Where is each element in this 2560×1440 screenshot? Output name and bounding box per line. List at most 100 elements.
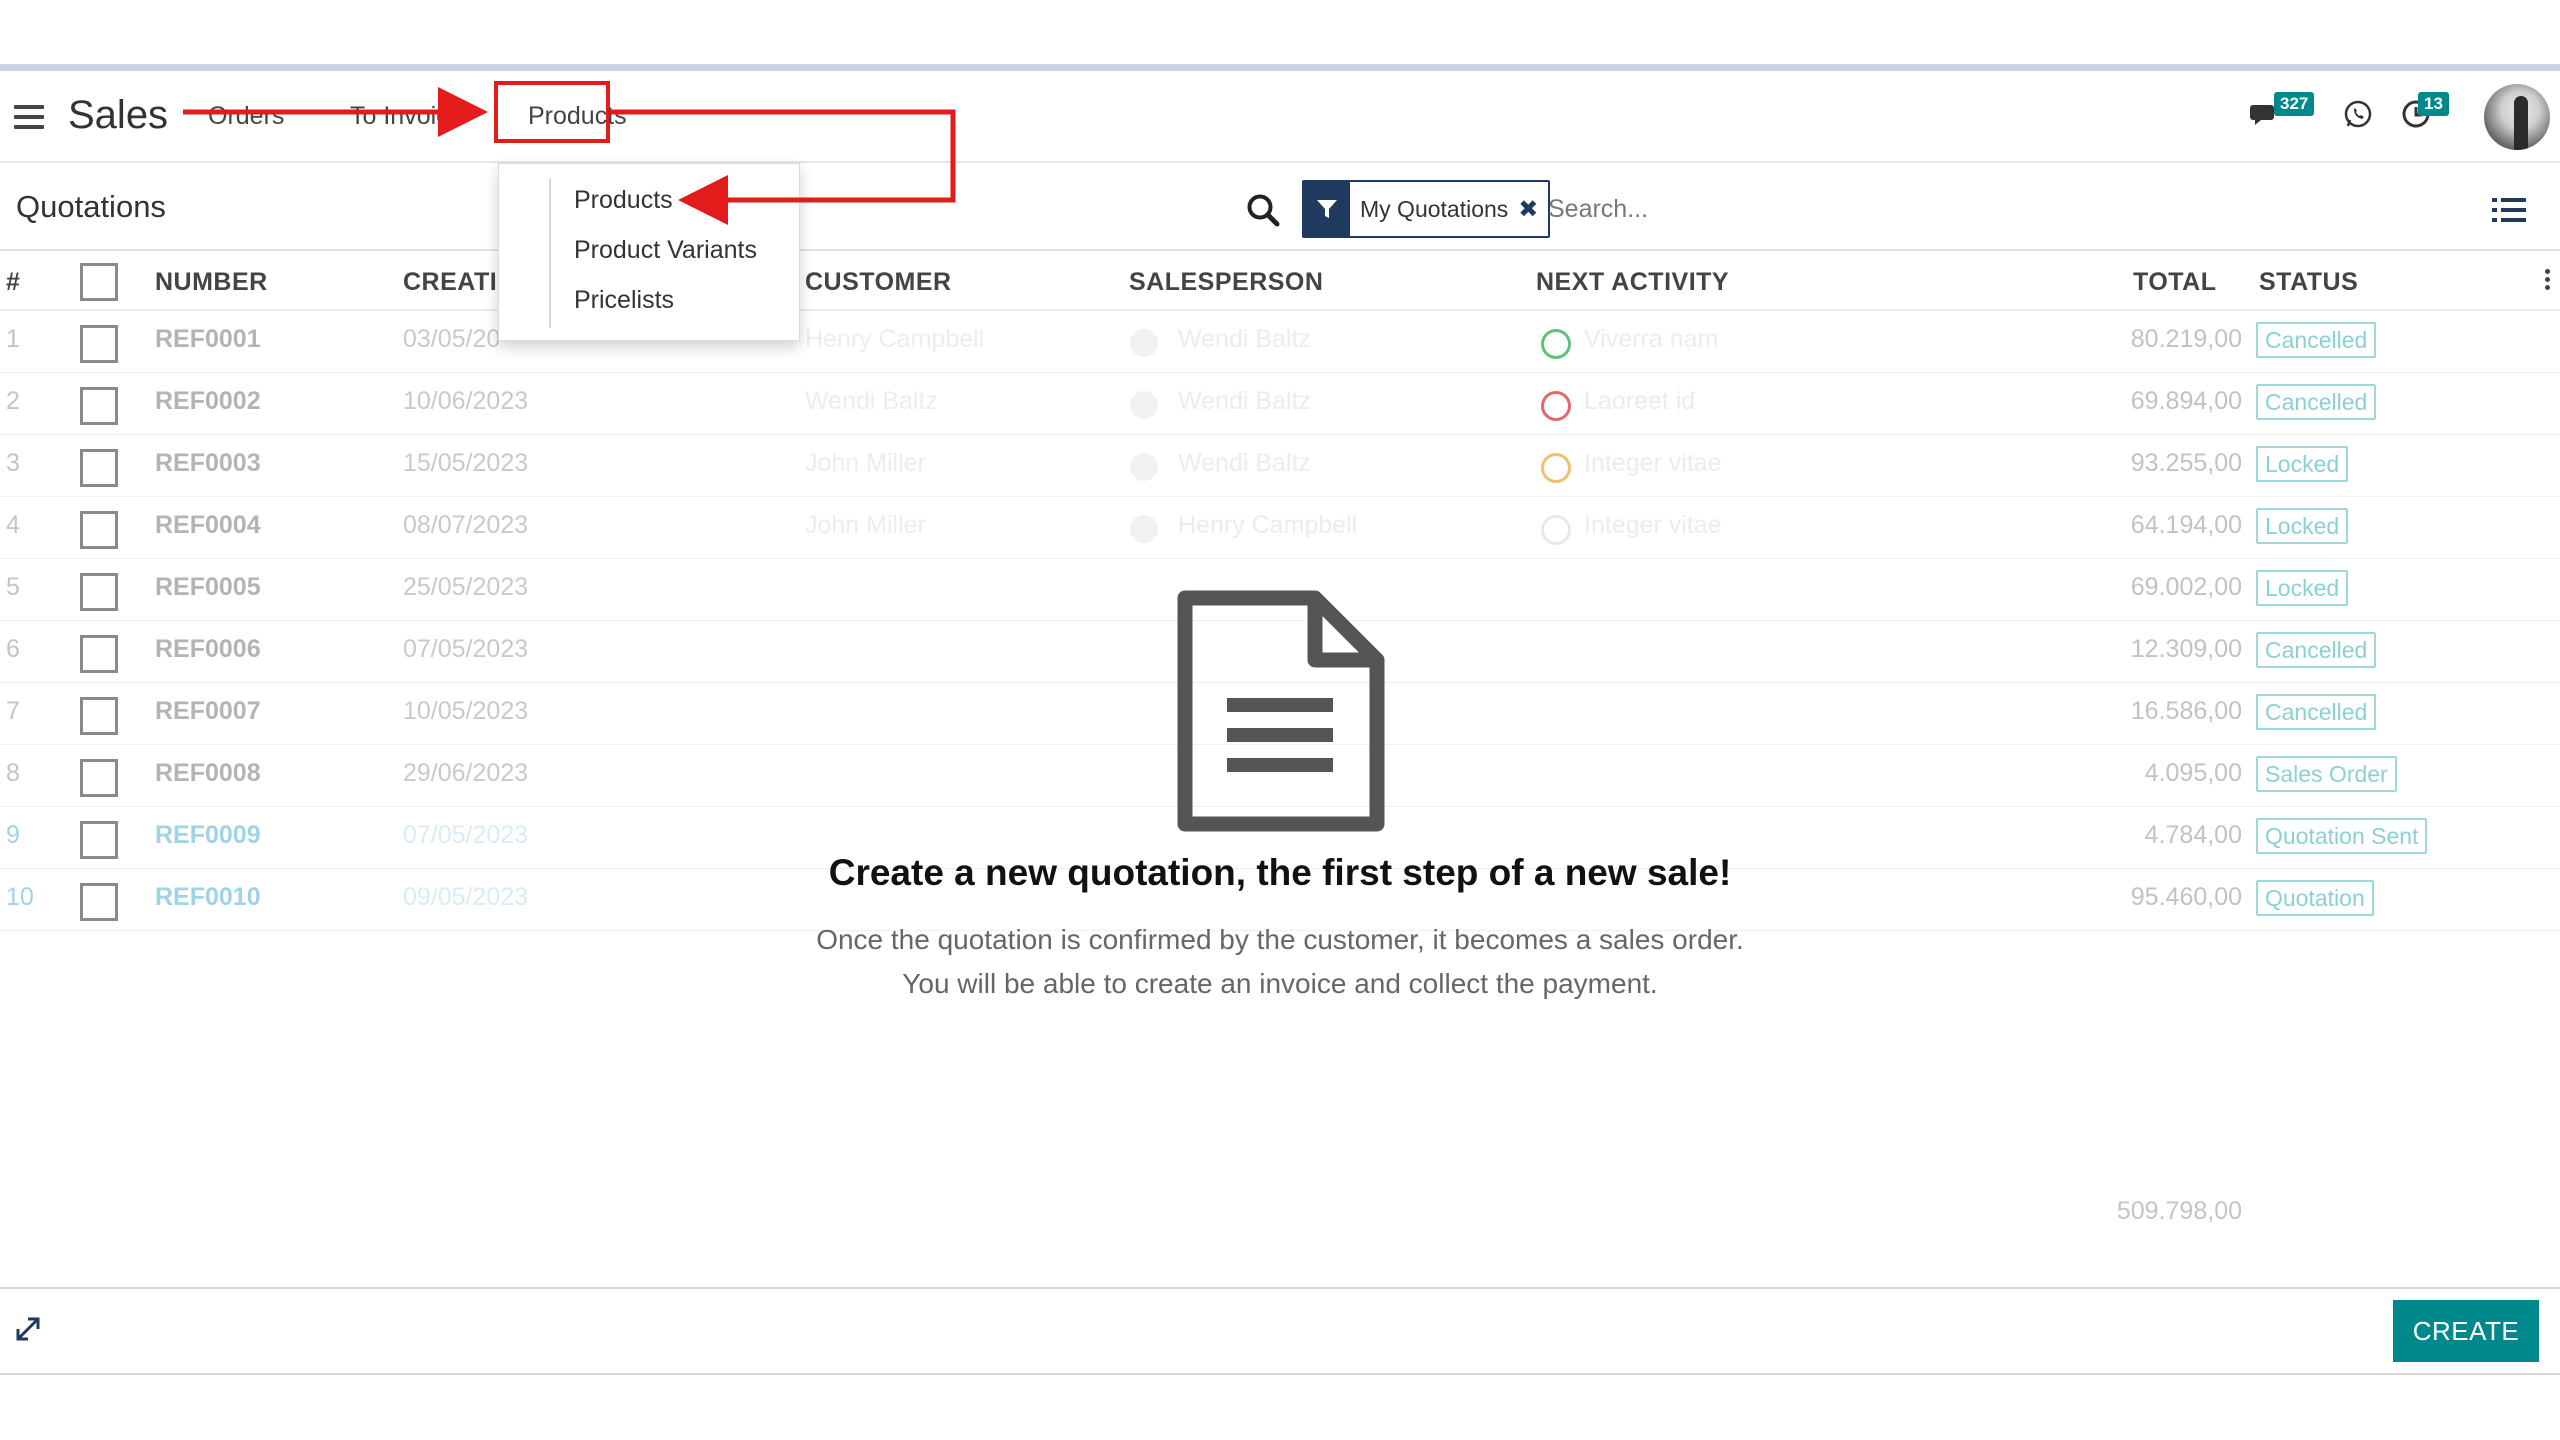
row-number: REF0006	[155, 635, 261, 663]
user-avatar[interactable]	[2484, 84, 2550, 150]
dropdown-item-product-variants[interactable]: Product Variants	[574, 236, 757, 265]
row-number: REF0008	[155, 759, 261, 787]
row-number: REF0005	[155, 573, 261, 601]
app-title: Sales	[68, 93, 169, 137]
dropdown-item-products[interactable]: Products	[574, 186, 673, 215]
row-checkbox[interactable]	[80, 883, 118, 921]
helper-title: Create a new quotation, the first step o…	[828, 852, 1732, 893]
row-total: 4.784,00	[2144, 821, 2242, 849]
row-index: 2	[6, 387, 20, 415]
search-input[interactable]	[1548, 180, 2448, 238]
document-icon	[1177, 590, 1385, 832]
row-index: 6	[6, 635, 20, 663]
no-content-helper: Create a new quotation, the first step o…	[680, 590, 1880, 1006]
row-date: 07/05/2023	[403, 635, 529, 663]
salesperson-avatar-icon	[1130, 391, 1158, 419]
row-index: 9	[6, 821, 20, 849]
dropdown-tree-line	[549, 178, 551, 328]
row-customer: John Miller	[805, 511, 926, 539]
whatsapp-icon[interactable]	[2343, 99, 2373, 129]
row-checkbox[interactable]	[80, 387, 118, 425]
nav-to-invoice[interactable]: To Invoice	[350, 102, 463, 131]
header-creation-date[interactable]: CREATI	[403, 268, 497, 297]
search-icon[interactable]	[1245, 192, 1281, 228]
row-status-badge: Cancelled	[2256, 694, 2377, 730]
nav-products[interactable]: Products	[528, 102, 627, 131]
header-salesperson[interactable]: SALESPERSON	[1129, 268, 1323, 297]
row-index: 5	[6, 573, 20, 601]
table-row[interactable]: 4 REF0004 08/07/2023 John Miller Henry Campb…	[0, 497, 2560, 559]
table-row[interactable]: 1 REF0001 03/05/20 Henry Campbell Wendi Balt…	[0, 311, 2560, 373]
activity-clock-icon[interactable]	[1541, 515, 1571, 545]
row-checkbox[interactable]	[80, 635, 118, 673]
activity-clock-icon[interactable]	[1541, 391, 1571, 421]
row-checkbox[interactable]	[80, 821, 118, 859]
salesperson-avatar-icon	[1130, 515, 1158, 543]
row-number: REF0003	[155, 449, 261, 477]
messages-badge: 327	[2274, 92, 2315, 116]
row-date: 07/05/2023	[403, 821, 529, 849]
activity-clock-icon[interactable]	[1541, 329, 1571, 359]
row-date: 10/06/2023	[403, 387, 529, 415]
row-status-badge: Cancelled	[2256, 384, 2377, 420]
row-date: 09/05/2023	[403, 883, 529, 911]
row-date: 10/05/2023	[403, 697, 529, 725]
row-status-badge: Locked	[2256, 446, 2349, 482]
row-total: 95.460,00	[2130, 883, 2242, 911]
control-panel: Quotations My Quotations ✖	[0, 163, 2560, 251]
row-status-badge: Quotation	[2256, 880, 2374, 916]
menu-icon[interactable]	[14, 105, 44, 129]
column-options-icon[interactable]	[2545, 269, 2551, 293]
search-facet: My Quotations ✖	[1302, 180, 1551, 238]
table-row[interactable]: 2 REF0002 10/06/2023 Wendi Baltz Wendi Baltz…	[0, 373, 2560, 435]
expand-icon[interactable]	[14, 1315, 42, 1343]
header-total[interactable]: TOTAL	[2133, 268, 2217, 297]
create-button[interactable]: CREATE	[2393, 1300, 2539, 1362]
row-salesperson: Wendi Baltz	[1178, 449, 1311, 477]
row-salesperson: Wendi Baltz	[1178, 325, 1311, 353]
row-checkbox[interactable]	[80, 573, 118, 611]
row-number: REF0001	[155, 325, 261, 353]
activities-badge: 13	[2418, 92, 2449, 116]
row-checkbox[interactable]	[80, 325, 118, 363]
top-accent-line	[0, 64, 2560, 71]
row-status-badge: Quotation Sent	[2256, 818, 2428, 854]
row-total: 69.894,00	[2130, 387, 2242, 415]
dropdown-item-pricelists[interactable]: Pricelists	[574, 286, 674, 315]
row-status-badge: Locked	[2256, 508, 2349, 544]
header-status[interactable]: STATUS	[2259, 268, 2358, 297]
row-date: 29/06/2023	[403, 759, 529, 787]
row-checkbox[interactable]	[80, 449, 118, 487]
header-number[interactable]: NUMBER	[155, 268, 268, 297]
activity-clock-icon[interactable]	[1541, 453, 1571, 483]
row-checkbox[interactable]	[80, 697, 118, 735]
row-date: 03/05/20	[403, 325, 501, 353]
table-row[interactable]: 3 REF0003 15/05/2023 John Miller Wendi Baltz…	[0, 435, 2560, 497]
row-next-activity: Integer vitae	[1584, 449, 1722, 477]
row-customer: Wendi Baltz	[805, 387, 938, 415]
row-customer: John Miller	[805, 449, 926, 477]
row-total: 69.002,00	[2130, 573, 2242, 601]
row-checkbox[interactable]	[80, 511, 118, 549]
row-index: 4	[6, 511, 20, 539]
table-header: # NUMBER CREATI CUSTOMER SALESPERSON NEX…	[0, 251, 2560, 311]
products-dropdown-menu: Products Product Variants Pricelists	[498, 163, 800, 341]
header-customer[interactable]: CUSTOMER	[805, 268, 952, 297]
helper-description-2: You will be able to create an invoice an…	[902, 968, 1658, 999]
row-salesperson: Henry Campbell	[1178, 511, 1358, 539]
helper-description-1: Once the quotation is confirmed by the c…	[816, 924, 1744, 955]
main-navbar: Sales Orders To Invoice Products 327 13	[0, 71, 2560, 163]
list-view-icon[interactable]	[2492, 196, 2526, 224]
close-icon[interactable]: ✖	[1518, 182, 1549, 236]
row-salesperson: Wendi Baltz	[1178, 387, 1311, 415]
breadcrumb: Quotations	[16, 189, 166, 224]
row-status-badge: Cancelled	[2256, 322, 2377, 358]
select-all-checkbox[interactable]	[80, 263, 118, 301]
nav-orders[interactable]: Orders	[208, 102, 284, 131]
row-checkbox[interactable]	[80, 759, 118, 797]
row-status-badge: Cancelled	[2256, 632, 2377, 668]
facet-label: My Quotations	[1350, 182, 1519, 236]
header-next-activity[interactable]: NEXT ACTIVITY	[1536, 268, 1729, 297]
row-number: REF0009	[155, 821, 261, 849]
row-number: REF0007	[155, 697, 261, 725]
